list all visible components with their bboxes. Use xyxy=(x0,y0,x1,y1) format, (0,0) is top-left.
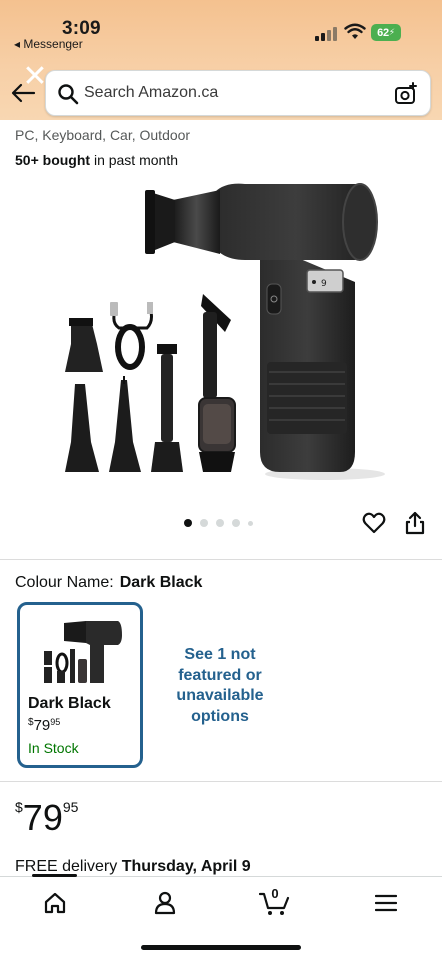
nav-home[interactable] xyxy=(35,887,75,919)
device-screen-readout: 9 xyxy=(321,279,327,289)
swatch-price-fraction: 95 xyxy=(50,717,61,727)
search-bar[interactable] xyxy=(45,70,431,116)
battery-level: 62 xyxy=(377,26,389,39)
carousel-dot[interactable] xyxy=(248,520,253,526)
bought-in-past-month: 50+ bought in past month xyxy=(15,152,178,168)
delivery-prefix: FREE delivery xyxy=(15,858,122,875)
colour-swatch-dark-black[interactable]: Dark Black $7995 In Stock xyxy=(17,602,143,768)
product-price: $7995 xyxy=(15,797,78,839)
battery-indicator: 62 ⚡ xyxy=(371,24,401,41)
nav-menu[interactable] xyxy=(366,887,406,919)
swatch-price: $7995 xyxy=(28,717,60,734)
menu-icon[interactable] xyxy=(375,894,397,912)
bought-suffix: in past month xyxy=(90,152,178,168)
search-icon[interactable] xyxy=(57,83,79,105)
bought-count: 50+ bought xyxy=(15,152,91,168)
carousel-dot[interactable] xyxy=(184,519,192,527)
top-header: 3:09 ◂ Messenger 62 ⚡ ✕ xyxy=(0,0,442,120)
section-divider xyxy=(0,559,442,560)
account-icon[interactable] xyxy=(154,891,176,915)
signal-icon xyxy=(315,25,339,41)
heart-icon[interactable] xyxy=(362,512,386,534)
search-input[interactable] xyxy=(84,71,384,115)
active-tab-indicator xyxy=(32,874,77,877)
nav-cart[interactable]: 0 xyxy=(255,886,295,919)
carousel-dot[interactable] xyxy=(232,519,240,527)
camera-icon[interactable] xyxy=(394,82,418,106)
image-carousel-dots[interactable] xyxy=(184,518,253,528)
colour-name-label: Colour Name: Dark Black xyxy=(15,574,202,592)
carousel-dot[interactable] xyxy=(200,519,208,527)
see-unavailable-options-link[interactable]: See 1 not featured or unavailable option… xyxy=(170,645,270,727)
price-fraction: 95 xyxy=(62,799,79,815)
price-symbol: $ xyxy=(15,799,23,815)
selected-colour: Dark Black xyxy=(119,574,203,591)
cart-count: 0 xyxy=(271,886,279,901)
swatch-thumbnail xyxy=(44,621,122,683)
swatch-price-whole: 79 xyxy=(33,717,51,734)
nav-account[interactable] xyxy=(145,887,185,919)
product-title-fragment[interactable]: PC, Keyboard, Car, Outdoor xyxy=(15,127,190,143)
back-to-app-link[interactable]: ◂ Messenger xyxy=(14,37,83,51)
product-image[interactable]: 9 xyxy=(55,172,395,492)
wifi-icon xyxy=(344,23,366,39)
back-arrow-icon[interactable] xyxy=(10,82,36,104)
carousel-dot[interactable] xyxy=(216,519,224,527)
swatch-stock-status: In Stock xyxy=(28,740,79,756)
section-divider xyxy=(0,781,442,782)
home-indicator xyxy=(141,945,301,950)
home-icon[interactable] xyxy=(43,892,67,914)
price-whole: 79 xyxy=(22,797,63,838)
share-icon[interactable] xyxy=(404,511,426,535)
delivery-date: Thursday, April 9 xyxy=(121,858,251,875)
swatch-name: Dark Black xyxy=(28,695,111,712)
colour-label-text: Colour Name: xyxy=(15,574,114,591)
